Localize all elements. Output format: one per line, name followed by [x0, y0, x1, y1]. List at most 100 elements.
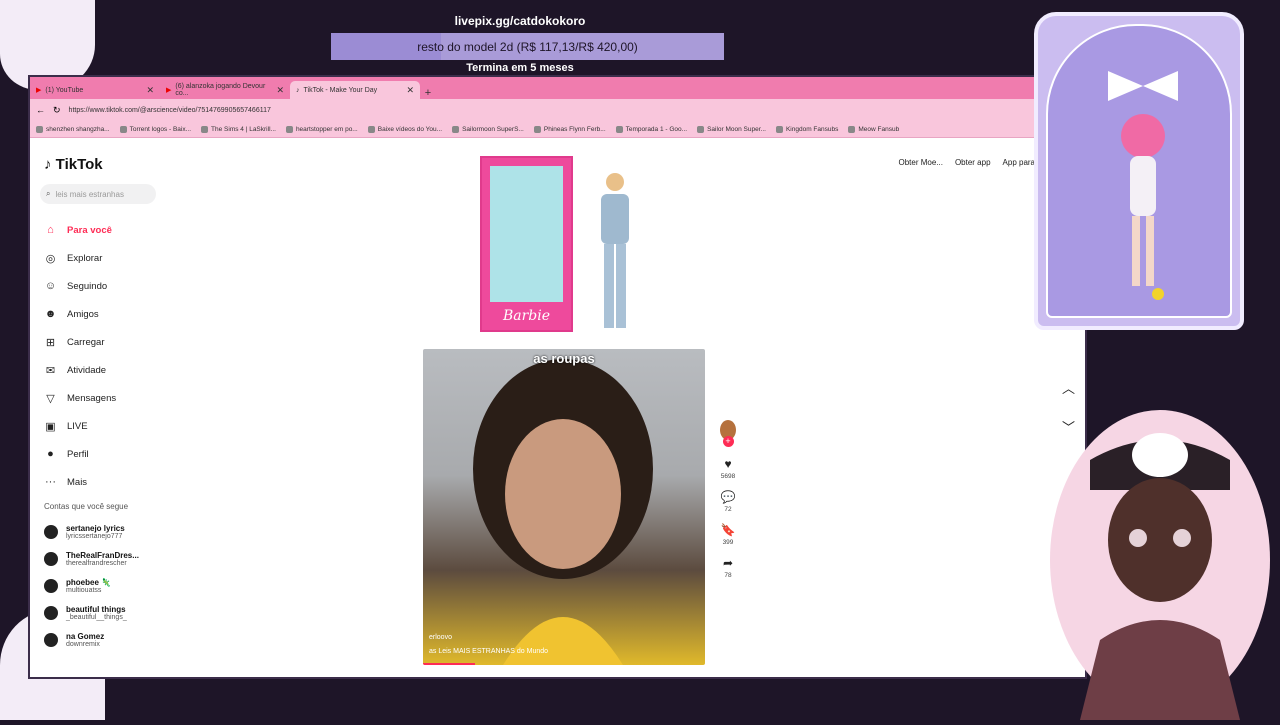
close-icon[interactable]: ✕ [276, 85, 284, 96]
donation-goal-bar: resto do model 2d (R$ 117,13/R$ 420,00) [331, 33, 724, 60]
following-list: sertanejo lyrics lyricssertanejo777 TheRea… [44, 518, 139, 653]
account-name: TheRealFranDres... [66, 550, 139, 560]
following-account[interactable]: na Gomez downremix [44, 626, 139, 653]
comment-icon: 💬 [720, 490, 736, 504]
bookmark-label: Kingdom Fansubs [785, 125, 839, 133]
comment-button[interactable]: 💬 72 [716, 488, 740, 513]
bookmark-label: heartstopper em po... [295, 125, 358, 133]
doll-image: Barbie [480, 156, 650, 336]
tab-label: (6) alanzoka jogando Devour co... [175, 83, 266, 97]
bookmark-item[interactable]: heartstopper em po... [285, 125, 358, 133]
video-progress[interactable] [423, 663, 475, 665]
desktop-app-link[interactable]: App para [1003, 158, 1035, 167]
new-tab-button[interactable]: + [420, 87, 436, 99]
bookmark-icon [119, 125, 127, 133]
messages-icon: ▽ [46, 392, 55, 405]
bookmark-icon [533, 125, 541, 133]
bookmark-label: Phineas Flynn Ferb... [543, 125, 606, 133]
share-button[interactable]: ➦ 78 [716, 554, 740, 579]
bookmark-item[interactable]: Phineas Flynn Ferb... [533, 125, 606, 133]
avatar [44, 578, 58, 593]
tab-tiktok[interactable]: ♪ TikTok - Make Your Day ✕ [290, 81, 420, 99]
bookmark-item[interactable]: Sailor Moon Super... [697, 125, 766, 133]
bookmark-icon [615, 125, 623, 133]
bookmark-item[interactable]: The Sims 4 | LaSkrill... [201, 125, 276, 133]
tiktok-icon: ♪ [44, 156, 52, 173]
close-icon[interactable]: ✕ [146, 85, 154, 96]
creator-avatar[interactable]: + [716, 420, 740, 447]
bookmark-item[interactable]: Kingdom Fansubs [775, 125, 839, 133]
sidebar-item-live[interactable]: ▣ LIVE [44, 412, 116, 440]
tiktok-icon: ♪ [296, 86, 300, 94]
sidebar-item-activity[interactable]: ✉ Atividade [44, 356, 116, 384]
account-name: sertanejo lyrics [66, 523, 125, 533]
follow-plus-icon[interactable]: + [722, 436, 734, 447]
bookmark-item[interactable]: Baixe vídeos do You... [367, 125, 442, 133]
doll-box-window [490, 166, 563, 302]
sidebar-item-profile[interactable]: ● Perfil [44, 440, 116, 468]
following-account[interactable]: beautiful things _beautiful__things_ [44, 599, 139, 626]
following-account[interactable]: phoebee 🦎 multiouatss [44, 572, 139, 599]
tab-youtube[interactable]: ▶ (1) YouTube ✕ [30, 81, 160, 99]
sidebar-item-label: Mensagens [67, 392, 117, 404]
sidebar-item-label: LIVE [67, 420, 88, 432]
account-handle: _beautiful__things_ [66, 613, 127, 621]
close-icon[interactable]: ✕ [406, 85, 414, 96]
sidebar-item-label: Explorar [67, 252, 103, 264]
vtuber-avatar [1040, 380, 1280, 720]
bookmark-icon [36, 125, 43, 133]
chibi-character [1108, 71, 1178, 300]
bookmark-label: Temporada 1 - Goo... [625, 125, 688, 133]
sidebar-item-label: Para você [67, 224, 112, 236]
heart-button[interactable]: ♥ 5698 [716, 455, 740, 480]
sidebar-item-messages[interactable]: ▽ Mensagens [44, 384, 116, 412]
bookmark-icon [201, 125, 209, 133]
bookmark-item[interactable]: Meow Fansub [848, 125, 899, 133]
bookmark-icon [452, 125, 460, 133]
tiktok-logo[interactable]: ♪ TikTok [44, 156, 103, 173]
search-input[interactable]: ⌕ leis mais estranhas [40, 184, 156, 204]
upload-icon: ⊞ [45, 336, 56, 349]
url-field[interactable]: https://www.tiktok.com/@arscience/video/… [69, 107, 1034, 114]
bookmark-button[interactable]: 🔖 399 [716, 521, 740, 546]
sidebar-item-label: Perfil [67, 448, 89, 460]
bookmark-item[interactable]: Sailormoon SuperS... [452, 125, 524, 133]
action-count: 399 [722, 539, 734, 546]
get-app-link[interactable]: Obter app [955, 158, 991, 167]
sidebar-item-label: Carregar [67, 336, 105, 348]
bookmark-item[interactable]: Torrent logos - Baix... [119, 125, 192, 133]
video-player[interactable]: as roupas erloovo as Leis MAIS ESTRANHAS… [423, 349, 705, 665]
back-icon[interactable]: ← [36, 105, 45, 115]
get-moe-link[interactable]: Obter Moe... [898, 158, 942, 167]
reload-icon[interactable]: ↻ [53, 105, 61, 116]
box-brand-text: Barbie [502, 308, 551, 324]
bookmark-icon [367, 125, 375, 133]
account-handle: downremix [66, 640, 100, 648]
donation-goal-text: resto do model 2d (R$ 117,13/R$ 420,00) [417, 39, 638, 54]
bookmark-item[interactable]: shenzhen shangzha... [36, 125, 110, 133]
video-username[interactable]: erloovo [429, 634, 452, 641]
account-name: phoebee 🦎 [66, 577, 112, 587]
bookmark-label: Torrent logos - Baix... [129, 125, 192, 133]
sidebar-item-friends[interactable]: ☻ Amigos [44, 300, 116, 328]
donation-goal-ends: Termina em 5 meses [466, 62, 574, 74]
vtuber-frame [1034, 12, 1244, 330]
address-bar-row: ← ↻ https://www.tiktok.com/@arscience/vi… [30, 99, 1085, 121]
sidebar-item-compass[interactable]: ◎ Explorar [44, 244, 116, 272]
tab-alanzoka[interactable]: ▶ (6) alanzoka jogando Devour co... ✕ [160, 81, 290, 99]
account-handle: therealfrandrescher [66, 559, 127, 567]
following-account[interactable]: sertanejo lyrics lyricssertanejo777 [44, 518, 139, 545]
bookmark-item[interactable]: Temporada 1 - Goo... [615, 125, 688, 133]
sidebar-item-home[interactable]: ⌂ Para você [44, 216, 116, 244]
friends-icon: ☻ [44, 308, 57, 320]
sidebar-item-following[interactable]: ☺ Seguindo [44, 272, 116, 300]
video-actions: + ♥ 5698 💬 72 🔖 399 ➦ 78 [716, 420, 740, 587]
sidebar-item-more[interactable]: ··· Mais [44, 468, 116, 496]
avatar [44, 605, 58, 620]
bookmark-icon: 🔖 [720, 523, 736, 537]
video-description: as Leis MAIS ESTRANHAS do Mundo [429, 648, 549, 655]
account-name: beautiful things [66, 604, 126, 614]
following-account[interactable]: TheRealFranDres... therealfrandrescher [44, 545, 139, 572]
sidebar-item-upload[interactable]: ⊞ Carregar [44, 328, 116, 356]
following-icon: ☺ [44, 280, 57, 292]
